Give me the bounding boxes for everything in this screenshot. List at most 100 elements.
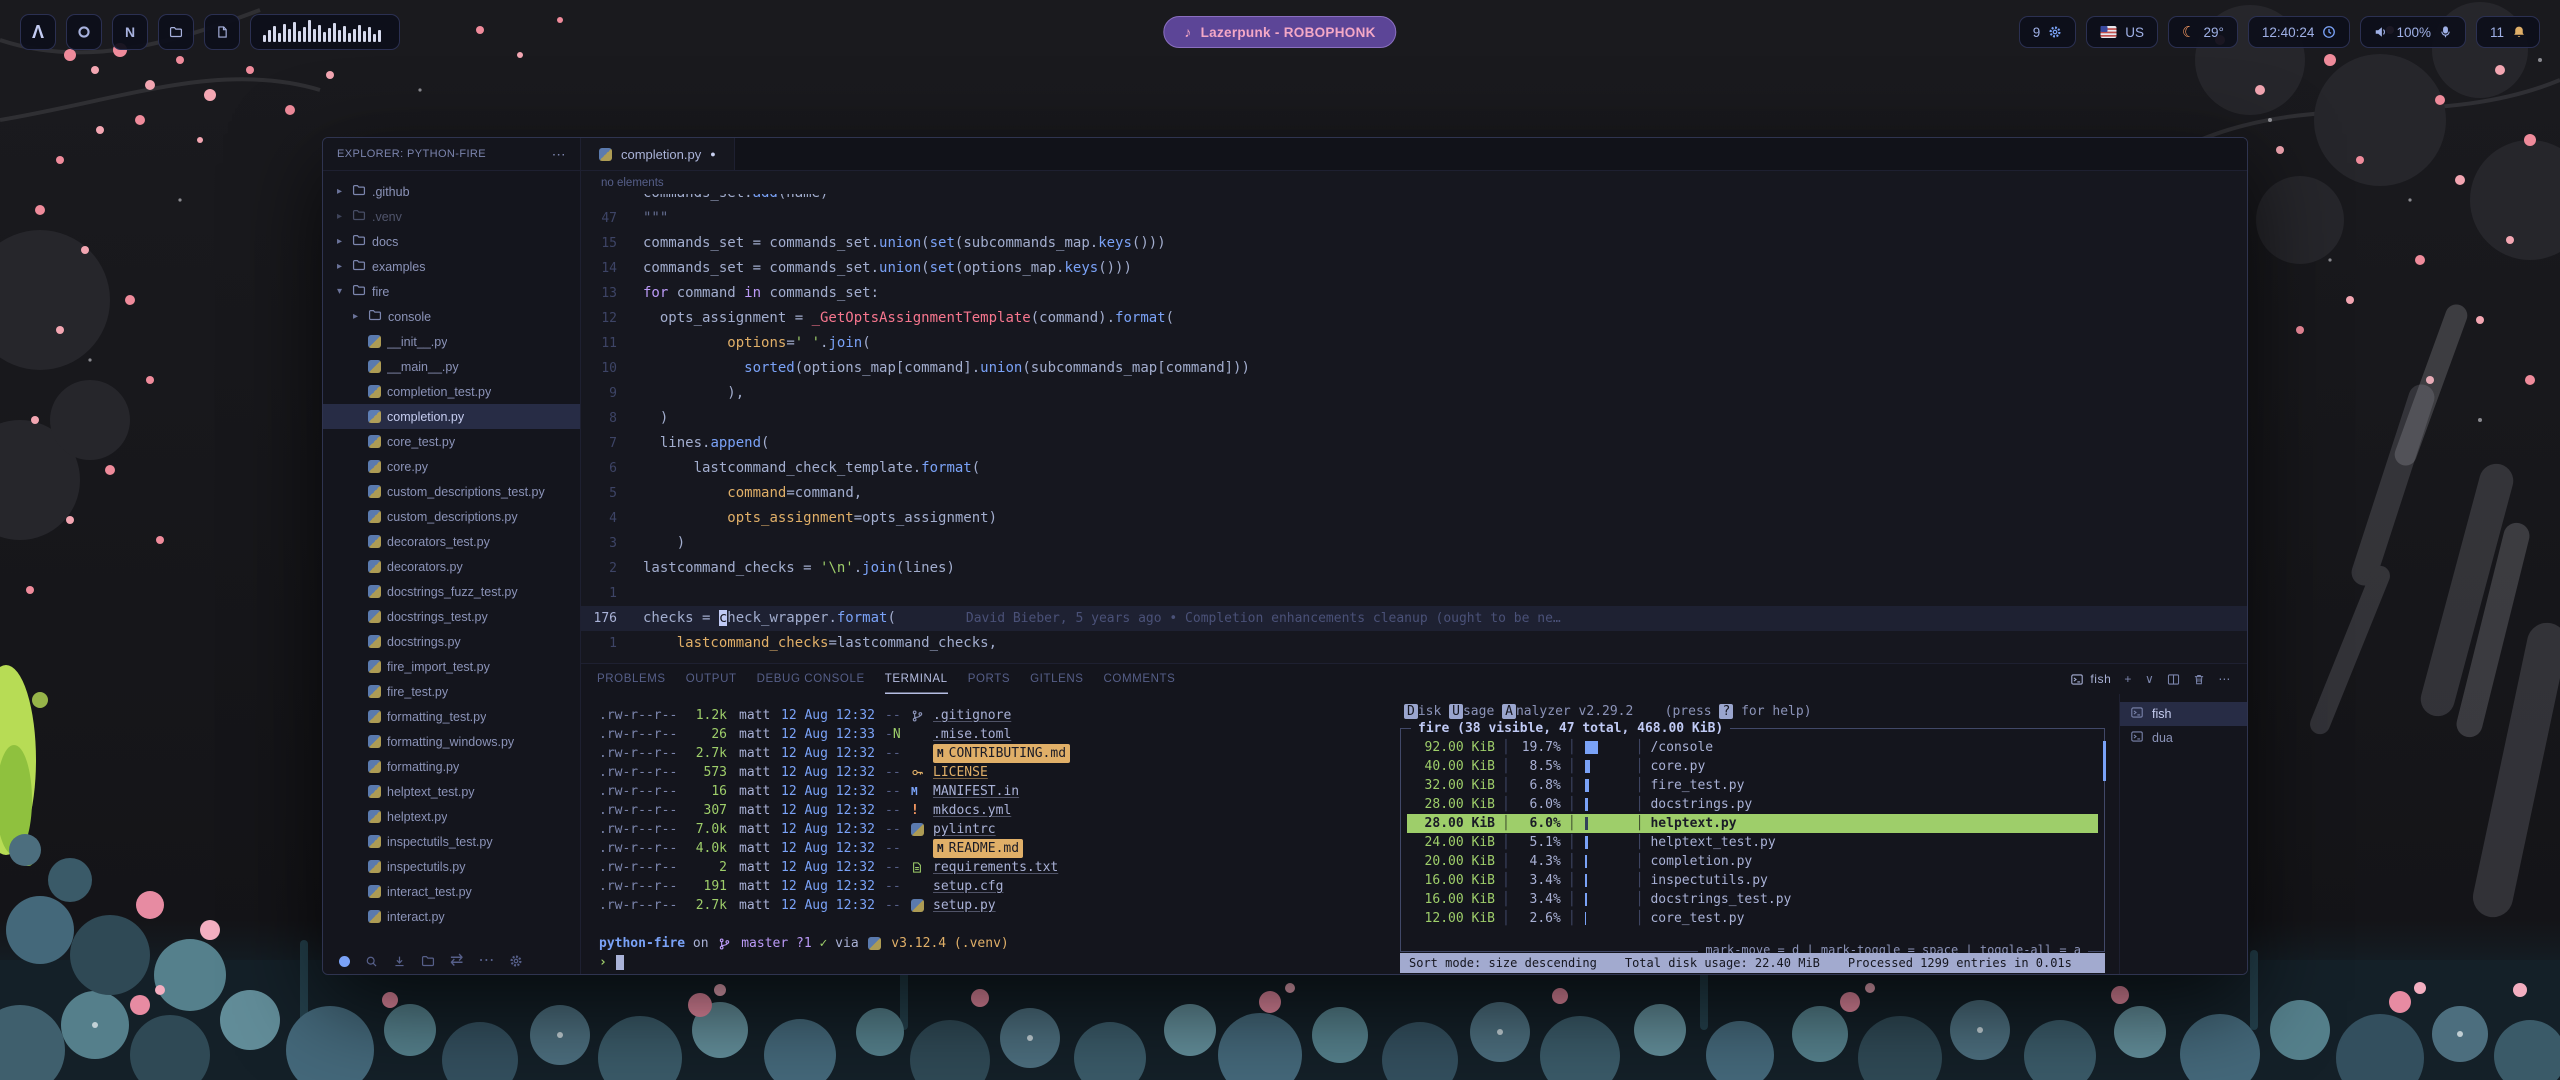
- dua-row-core-test-py[interactable]: 12.00 KiB│2.6%││core_test.py: [1407, 909, 2098, 928]
- tree-item--venv[interactable]: ▸.venv: [323, 204, 580, 229]
- dua-row-inspectutils-py[interactable]: 16.00 KiB│3.4%││inspectutils.py: [1407, 871, 2098, 890]
- tree-item-examples[interactable]: ▸examples: [323, 254, 580, 279]
- tree-item-completion-py[interactable]: completion.py: [323, 404, 580, 429]
- dua-row--console[interactable]: 92.00 KiB│19.7%││/console: [1407, 738, 2098, 757]
- terminal[interactable]: .rw-r--r--1.2kmatt12 Aug 12:32--.gitigno…: [581, 694, 1392, 975]
- module-keyboard-layout[interactable]: US: [2086, 16, 2158, 48]
- line-number: 12: [581, 306, 643, 331]
- now-playing-pill[interactable]: ♪ Lazerpunk - ROBOPHONK: [1163, 16, 1396, 48]
- module-weather[interactable]: ☾29°: [2168, 16, 2238, 48]
- tree-item-interact-py[interactable]: interact.py: [323, 904, 580, 929]
- tree-item-interact-test-py[interactable]: interact_test.py: [323, 879, 580, 904]
- panel-tab-terminal[interactable]: TERMINAL: [885, 664, 948, 694]
- separator: │: [1561, 757, 1583, 776]
- panel-tab-debug-console[interactable]: DEBUG CONSOLE: [757, 664, 865, 694]
- terminal-session-dua[interactable]: dua: [2120, 726, 2247, 750]
- tree-item-core-py[interactable]: core.py: [323, 454, 580, 479]
- settings-gear-icon[interactable]: [509, 954, 523, 968]
- new-terminal-button[interactable]: +: [2124, 673, 2132, 685]
- tree-item-inspectutils-py[interactable]: inspectutils.py: [323, 854, 580, 879]
- panel-more-button[interactable]: ⋯: [2218, 673, 2231, 685]
- module-audio[interactable]: 100%: [2360, 16, 2466, 48]
- dua-scrollbar[interactable]: [2103, 741, 2106, 781]
- dua-disk-analyzer[interactable]: Disk Usage Analyzer v2.29.2 (press ? for…: [1392, 694, 2119, 975]
- module-notifications[interactable]: 11: [2476, 16, 2540, 48]
- dua-percent: 3.4%: [1517, 890, 1561, 909]
- sync-icon[interactable]: ⇄: [450, 953, 463, 969]
- dua-row-docstrings-py[interactable]: 28.00 KiB│6.0%││docstrings.py: [1407, 795, 2098, 814]
- audio-visualizer-widget[interactable]: [250, 14, 400, 50]
- tab-completion-py[interactable]: completion.py ●: [581, 138, 735, 170]
- tree-item-fire-import-test-py[interactable]: fire_import_test.py: [323, 654, 580, 679]
- file-date: 12 Aug 12:32: [781, 820, 885, 839]
- tree-item-formatting-py[interactable]: formatting.py: [323, 754, 580, 779]
- doc-icon: [216, 25, 229, 39]
- terminal-session-fish[interactable]: fish: [2120, 702, 2247, 726]
- separator: │: [1495, 757, 1517, 776]
- line-number: 14: [581, 256, 643, 281]
- tree-item-completion-test-py[interactable]: completion_test.py: [323, 379, 580, 404]
- files-button[interactable]: [158, 14, 194, 50]
- n-widget-button[interactable]: N: [112, 14, 148, 50]
- tree-item-custom-descriptions-test-py[interactable]: custom_descriptions_test.py: [323, 479, 580, 504]
- tree-item-helptext-py[interactable]: helptext.py: [323, 804, 580, 829]
- terminal-profile-dropdown[interactable]: ∨: [2145, 673, 2154, 685]
- tree-item--main-py[interactable]: __main__.py: [323, 354, 580, 379]
- tree-item--init-py[interactable]: __init__.py: [323, 329, 580, 354]
- tree-item-helptext-test-py[interactable]: helptext_test.py: [323, 779, 580, 804]
- more-icon[interactable]: ⋯: [478, 953, 494, 969]
- search-icon[interactable]: [365, 955, 378, 968]
- record-button[interactable]: [66, 14, 102, 50]
- tree-item-formatting-windows-py[interactable]: formatting_windows.py: [323, 729, 580, 754]
- python-file-icon: [599, 148, 612, 161]
- notes-button[interactable]: [204, 14, 240, 50]
- download-icon[interactable]: [393, 955, 406, 968]
- dua-entry-name: helptext.py: [1650, 814, 1736, 833]
- tree-item-fire[interactable]: ▾fire: [323, 279, 580, 304]
- dua-row-completion-py[interactable]: 20.00 KiB│4.3%││completion.py: [1407, 852, 2098, 871]
- folder-icon[interactable]: [421, 954, 435, 968]
- breadcrumb[interactable]: no elements: [581, 171, 2247, 194]
- panel-tab-comments[interactable]: COMMENTS: [1104, 664, 1176, 694]
- code-line: commands_set.add(name): [581, 194, 2247, 206]
- split-terminal-button[interactable]: [2167, 673, 2180, 686]
- tree-item-core-test-py[interactable]: core_test.py: [323, 429, 580, 454]
- tree-item-decorators-test-py[interactable]: decorators_test.py: [323, 529, 580, 554]
- kill-terminal-button[interactable]: [2193, 673, 2205, 686]
- tree-item-docstrings-test-py[interactable]: docstrings_test.py: [323, 604, 580, 629]
- dua-row-docstrings-test-py[interactable]: 16.00 KiB│3.4%││docstrings_test.py: [1407, 890, 2098, 909]
- tree-item-inspectutils-test-py[interactable]: inspectutils_test.py: [323, 829, 580, 854]
- remote-indicator[interactable]: [339, 956, 350, 967]
- module-updates[interactable]: 9: [2019, 16, 2077, 48]
- code-editor[interactable]: commands_set.add(name)47"""15commands_se…: [581, 194, 2247, 663]
- dua-title-text: sage: [1463, 704, 1502, 719]
- tree-item-console[interactable]: ▸console: [323, 304, 580, 329]
- shell-input-line[interactable]: ›: [599, 953, 1392, 972]
- python-file-icon: [368, 535, 381, 548]
- panel-tab-ports[interactable]: PORTS: [968, 664, 1010, 694]
- tree-item-docstrings-py[interactable]: docstrings.py: [323, 629, 580, 654]
- folder-icon: [352, 208, 366, 225]
- launcher-button[interactable]: Λ: [20, 14, 56, 50]
- tree-item-docs[interactable]: ▸docs: [323, 229, 580, 254]
- file-tree[interactable]: ▸.github▸.venv▸docs▸examples▾fire▸consol…: [323, 171, 580, 948]
- tree-item-decorators-py[interactable]: decorators.py: [323, 554, 580, 579]
- panel-tab-output[interactable]: OUTPUT: [686, 664, 737, 694]
- terminal-profile-label[interactable]: fish: [2070, 672, 2111, 686]
- tree-item-docstrings-fuzz-test-py[interactable]: docstrings_fuzz_test.py: [323, 579, 580, 604]
- tree-item-custom-descriptions-py[interactable]: custom_descriptions.py: [323, 504, 580, 529]
- explorer-more-button[interactable]: ⋯: [552, 146, 566, 163]
- tree-item-fire-test-py[interactable]: fire_test.py: [323, 679, 580, 704]
- tree-item--github[interactable]: ▸.github: [323, 179, 580, 204]
- module-clock[interactable]: 12:40:24: [2248, 16, 2351, 48]
- dua-row-helptext-py[interactable]: 28.00 KiB│6.0%││helptext.py: [1407, 814, 2098, 833]
- module-notifications-text: 11: [2490, 25, 2504, 40]
- tree-item-formatting-test-py[interactable]: formatting_test.py: [323, 704, 580, 729]
- code-text: options=' '.join(: [643, 331, 871, 356]
- dua-row-core-py[interactable]: 40.00 KiB│8.5%││core.py: [1407, 757, 2098, 776]
- dua-row-helptext-test-py[interactable]: 24.00 KiB│5.1%││helptext_test.py: [1407, 833, 2098, 852]
- module-updates-text: 9: [2033, 25, 2041, 40]
- panel-tab-gitlens[interactable]: GITLENS: [1030, 664, 1083, 694]
- panel-tab-problems[interactable]: PROBLEMS: [597, 664, 666, 694]
- dua-row-fire-test-py[interactable]: 32.00 KiB│6.8%││fire_test.py: [1407, 776, 2098, 795]
